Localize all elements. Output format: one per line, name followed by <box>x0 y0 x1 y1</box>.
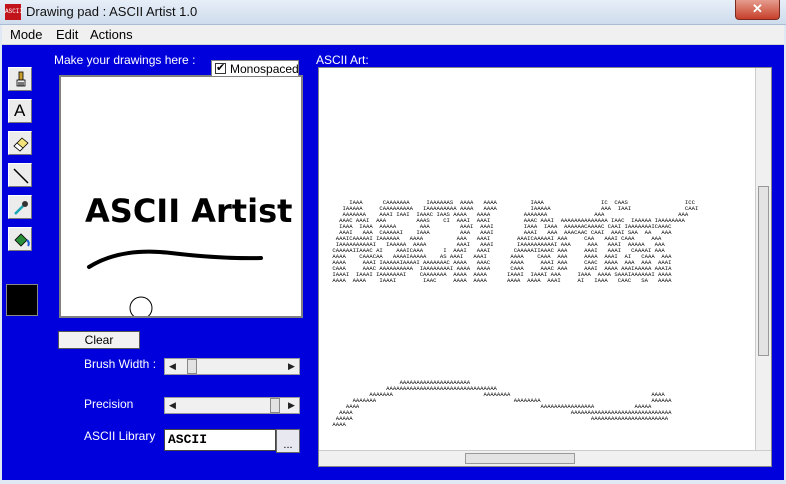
tool-line[interactable] <box>8 163 32 187</box>
tool-fill[interactable] <box>8 227 32 251</box>
ascii-library-field[interactable]: ASCII <box>164 429 276 451</box>
vertical-scroll-thumb[interactable] <box>758 186 769 356</box>
arrow-left-icon[interactable]: ◀ <box>165 398 180 413</box>
paint-bucket-icon <box>14 233 30 247</box>
eyedropper-icon <box>14 201 28 215</box>
tool-text[interactable]: A <box>8 99 32 123</box>
close-icon: ✕ <box>752 1 763 16</box>
horizontal-scroll-thumb[interactable] <box>465 453 575 464</box>
text-icon: A <box>14 101 26 120</box>
drawing-area-label: Make your drawings here : <box>54 53 196 67</box>
close-button[interactable]: ✕ <box>735 0 780 20</box>
ascii-output-label: ASCII Art: <box>316 53 369 67</box>
menu-mode[interactable]: Mode <box>10 27 43 42</box>
ascii-output-text: IAAA CAAAAAAA IAAAAAAS AAAA AAAA IAAA IC… <box>332 199 699 428</box>
ascii-library-label: ASCII Library <box>84 429 156 443</box>
menu-actions[interactable]: Actions <box>90 27 133 42</box>
app-window: ASCII Drawing pad : ASCII Artist 1.0 ✕ M… <box>0 0 786 484</box>
drawing-canvas[interactable]: ASCII Artist <box>59 75 303 320</box>
monospaced-label: Monospaced <box>230 62 299 76</box>
line-icon <box>13 168 29 184</box>
drawing-content: ASCII Artist <box>85 192 292 320</box>
arrow-right-icon[interactable]: ▶ <box>284 359 299 374</box>
settings-panel: Clear Brush Width : ◀ ▶ Precision ◀ ▶ AS… <box>52 325 309 479</box>
precision-thumb[interactable] <box>270 398 280 413</box>
menu-bar: Mode Edit Actions <box>2 25 784 45</box>
brush-width-thumb[interactable] <box>187 359 197 374</box>
precision-slider[interactable]: ◀ ▶ <box>164 397 300 414</box>
eraser-icon <box>13 137 29 152</box>
brush-width-slider[interactable]: ◀ ▶ <box>164 358 300 375</box>
ascii-output-area[interactable]: IAAA CAAAAAAA IAAAAAAS AAAA AAAA IAAA IC… <box>318 67 772 467</box>
app-icon: ASCII <box>5 4 23 20</box>
title-bar[interactable]: ASCII Drawing pad : ASCII Artist 1.0 ✕ <box>0 0 786 25</box>
current-color-swatch[interactable] <box>6 284 38 316</box>
brush-icon <box>16 71 26 87</box>
main-panel: A Make your drawings here : ASCII Artist <box>2 45 784 480</box>
monospaced-checkbox[interactable]: ✔ <box>215 63 226 74</box>
ascii-vertical-scrollbar[interactable] <box>755 68 771 451</box>
window-title: Drawing pad : ASCII Artist 1.0 <box>26 4 198 19</box>
browse-library-button[interactable]: ... <box>276 429 300 453</box>
tool-brush[interactable] <box>8 67 32 91</box>
arrow-left-icon[interactable]: ◀ <box>165 359 180 374</box>
drawing-text: ASCII Artist <box>85 192 292 230</box>
brush-cursor <box>129 296 153 320</box>
brush-width-label: Brush Width : <box>84 357 157 371</box>
precision-label: Precision <box>84 397 134 411</box>
monospaced-option[interactable]: ✔ Monospaced <box>211 60 299 77</box>
tool-eyedropper[interactable] <box>8 195 32 219</box>
clear-button[interactable]: Clear <box>58 331 140 349</box>
tool-eraser[interactable] <box>8 131 32 155</box>
menu-edit[interactable]: Edit <box>56 27 78 42</box>
arrow-right-icon[interactable]: ▶ <box>284 398 299 413</box>
ascii-horizontal-scrollbar[interactable] <box>319 450 771 466</box>
